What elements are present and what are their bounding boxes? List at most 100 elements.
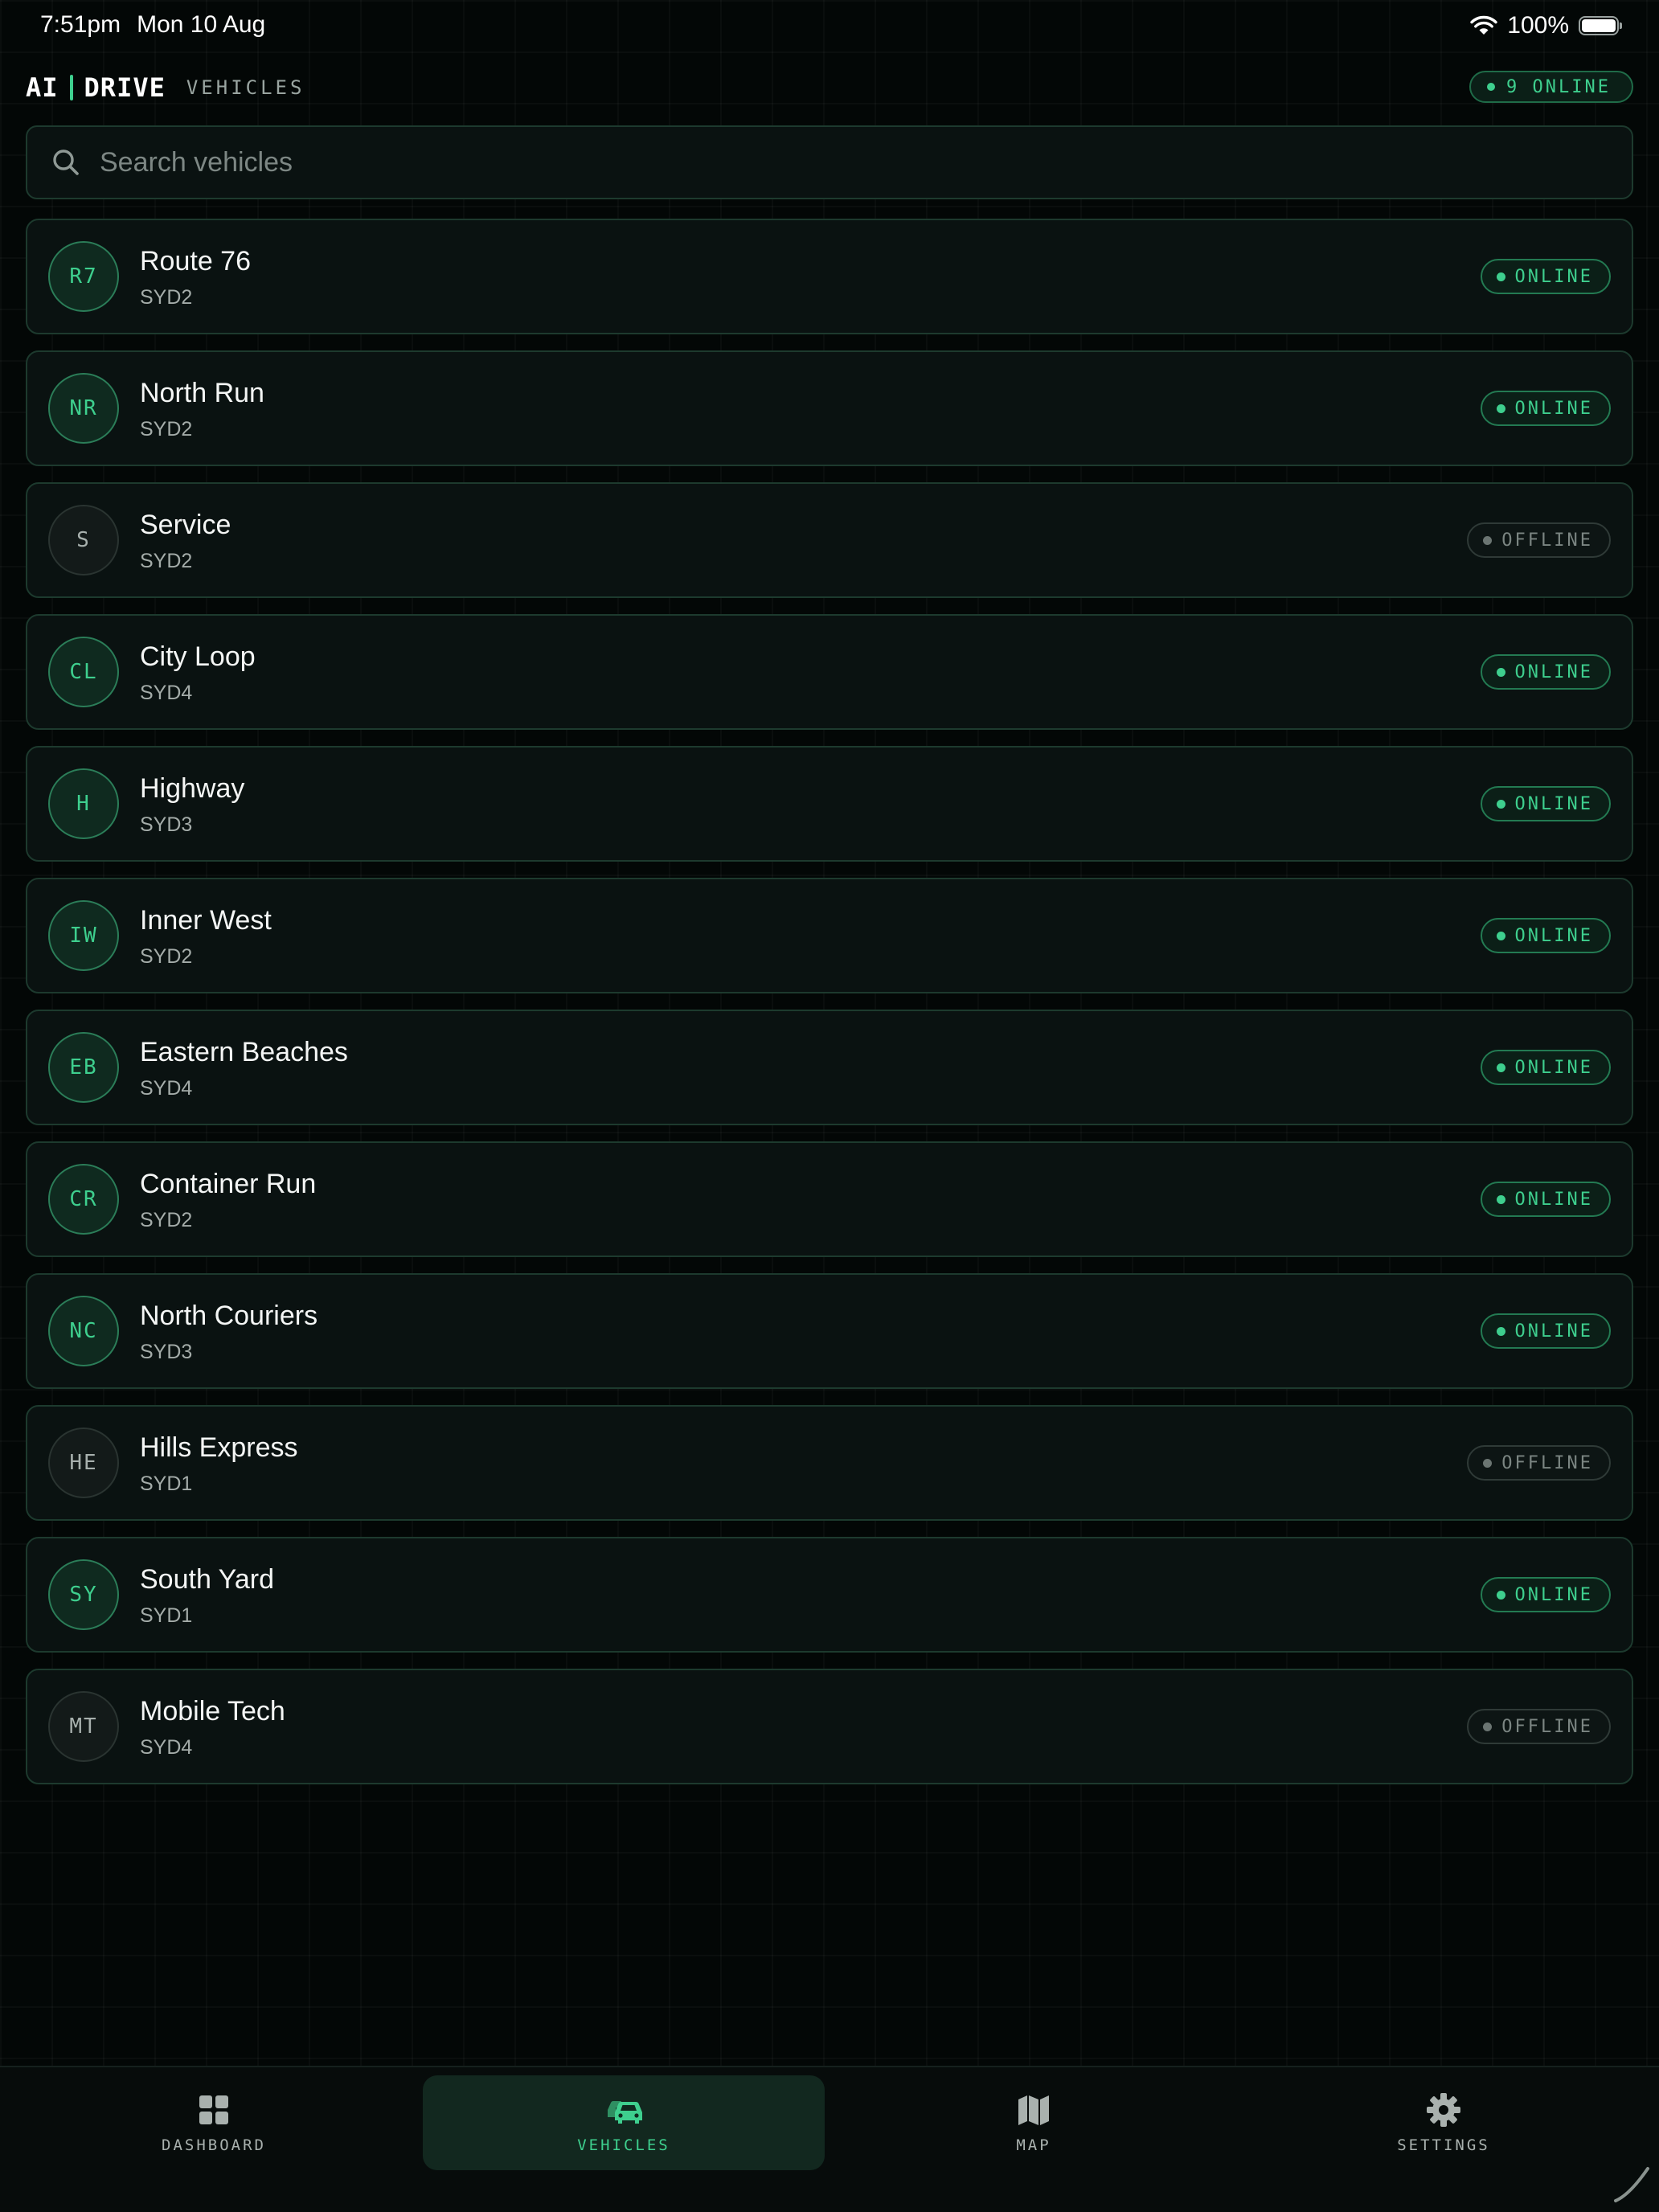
status-dot-icon xyxy=(1496,931,1505,940)
vehicle-depot: SYD4 xyxy=(140,682,193,704)
vehicle-list: R7 Route 76 SYD2 ONLINE NR North Run SYD… xyxy=(26,219,1633,1800)
tab-label: DASHBOARD xyxy=(162,2136,266,2154)
vehicle-avatar: HE xyxy=(48,1428,119,1498)
vehicle-avatar: NC xyxy=(48,1296,119,1366)
page-title: VEHICLES xyxy=(186,76,305,99)
app-header: AI DRIVE VEHICLES 9 ONLINE xyxy=(26,68,1633,108)
brand-logo: AI DRIVE VEHICLES xyxy=(26,72,305,103)
status-dot-icon xyxy=(1496,1326,1505,1336)
map-icon xyxy=(1018,2095,1049,2125)
vehicle-avatar: S xyxy=(48,505,119,576)
status-dot-icon xyxy=(1483,1458,1493,1468)
vehicle-depot: SYD1 xyxy=(140,1473,193,1495)
vehicle-row[interactable]: S Service SYD2 OFFLINE xyxy=(26,482,1633,598)
vehicle-row[interactable]: HE Hills Express SYD1 OFFLINE xyxy=(26,1405,1633,1521)
vehicle-avatar: H xyxy=(48,768,119,839)
vehicle-status-label: ONLINE xyxy=(1514,793,1593,814)
vehicle-avatar: CR xyxy=(48,1164,119,1235)
vehicle-name: Service xyxy=(140,510,231,540)
vehicle-avatar: MT xyxy=(48,1691,119,1762)
status-bar: 7:51pm Mon 10 Aug 100% xyxy=(0,0,1659,51)
vehicle-name: Container Run xyxy=(140,1169,317,1199)
vehicle-status-label: ONLINE xyxy=(1514,925,1593,946)
status-dot-icon xyxy=(1496,272,1505,281)
battery-icon xyxy=(1579,16,1622,35)
vehicle-status-badge: ONLINE xyxy=(1480,654,1611,690)
status-indicators: 100% xyxy=(1470,11,1622,40)
vehicle-row[interactable]: NC North Couriers SYD3 ONLINE xyxy=(26,1273,1633,1389)
vehicle-depot: SYD4 xyxy=(140,1736,193,1759)
vehicle-depot: SYD2 xyxy=(140,550,193,572)
search-input[interactable] xyxy=(98,129,1616,195)
vehicle-depot: SYD4 xyxy=(140,1077,193,1100)
tab-dashboard[interactable]: DASHBOARD xyxy=(13,2075,415,2170)
search-bar[interactable] xyxy=(26,125,1633,199)
search-icon xyxy=(53,150,79,175)
vehicle-row[interactable]: IW Inner West SYD2 ONLINE xyxy=(26,878,1633,993)
vehicle-name: Route 76 xyxy=(140,246,251,276)
vehicle-status-badge: OFFLINE xyxy=(1467,1709,1611,1744)
vehicle-depot: SYD2 xyxy=(140,286,193,309)
vehicle-name: Mobile Tech xyxy=(140,1696,285,1727)
vehicle-row[interactable]: H Highway SYD3 ONLINE xyxy=(26,746,1633,862)
vehicle-status-label: ONLINE xyxy=(1514,662,1593,682)
vehicle-avatar: CL xyxy=(48,637,119,707)
status-dot-icon xyxy=(1496,667,1505,677)
vehicle-status-badge: ONLINE xyxy=(1480,1577,1611,1612)
vehicle-row[interactable]: EB Eastern Beaches SYD4 ONLINE xyxy=(26,1010,1633,1125)
vehicle-depot: SYD3 xyxy=(140,1341,193,1363)
brand-ai: AI xyxy=(26,72,59,103)
vehicle-avatar: IW xyxy=(48,900,119,971)
vehicle-name: Inner West xyxy=(140,905,272,936)
status-dot-icon xyxy=(1483,535,1493,545)
cars-icon xyxy=(608,2101,642,2124)
online-dot-icon xyxy=(1487,83,1496,91)
tab-label: VEHICLES xyxy=(577,2136,670,2154)
vehicle-row[interactable]: NR North Run SYD2 ONLINE xyxy=(26,350,1633,466)
vehicle-avatar: NR xyxy=(48,373,119,444)
battery-percentage: 100% xyxy=(1507,12,1569,39)
bottom-tab-bar: DASHBOARD VEHICLES MAP SETTINGS xyxy=(0,2066,1659,2212)
vehicle-row[interactable]: MT Mobile Tech SYD4 OFFLINE xyxy=(26,1669,1633,1784)
status-dot-icon xyxy=(1483,1722,1493,1731)
vehicle-avatar: R7 xyxy=(48,241,119,312)
vehicle-name: Eastern Beaches xyxy=(140,1037,348,1067)
vehicle-depot: SYD1 xyxy=(140,1604,193,1627)
vehicle-row[interactable]: CR Container Run SYD2 ONLINE xyxy=(26,1141,1633,1257)
vehicle-status-label: ONLINE xyxy=(1514,1584,1593,1605)
vehicle-status-badge: OFFLINE xyxy=(1467,522,1611,558)
online-count-badge: 9 ONLINE xyxy=(1469,71,1633,103)
gear-icon xyxy=(1427,2093,1460,2127)
vehicle-status-label: OFFLINE xyxy=(1501,1716,1593,1737)
status-dot-icon xyxy=(1496,403,1505,413)
vehicle-depot: SYD2 xyxy=(140,418,193,440)
vehicle-status-label: ONLINE xyxy=(1514,1321,1593,1342)
status-dot-icon xyxy=(1496,1590,1505,1600)
vehicle-name: South Yard xyxy=(140,1564,274,1595)
brand-drive: DRIVE xyxy=(84,72,166,103)
vehicle-status-badge: ONLINE xyxy=(1480,1182,1611,1217)
vehicle-status-label: OFFLINE xyxy=(1501,1452,1593,1473)
vehicle-avatar: EB xyxy=(48,1032,119,1103)
vehicle-row[interactable]: CL City Loop SYD4 ONLINE xyxy=(26,614,1633,730)
vehicle-status-label: ONLINE xyxy=(1514,1057,1593,1078)
vehicle-status-badge: ONLINE xyxy=(1480,259,1611,294)
vehicle-row[interactable]: SY South Yard SYD1 ONLINE xyxy=(26,1537,1633,1653)
vehicle-name: Highway xyxy=(140,773,245,804)
vehicle-row[interactable]: R7 Route 76 SYD2 ONLINE xyxy=(26,219,1633,334)
online-count-label: 9 ONLINE xyxy=(1506,76,1611,97)
tab-vehicles[interactable]: VEHICLES xyxy=(423,2075,825,2170)
vehicle-status-badge: OFFLINE xyxy=(1467,1445,1611,1481)
vehicle-status-badge: ONLINE xyxy=(1480,1050,1611,1085)
vehicle-name: Hills Express xyxy=(140,1432,298,1463)
vehicle-status-badge: ONLINE xyxy=(1480,918,1611,953)
status-dot-icon xyxy=(1496,1063,1505,1072)
vehicle-status-label: ONLINE xyxy=(1514,1189,1593,1210)
status-dot-icon xyxy=(1496,799,1505,809)
tab-settings[interactable]: SETTINGS xyxy=(1243,2075,1645,2170)
vehicle-depot: SYD2 xyxy=(140,1209,193,1231)
tab-map[interactable]: MAP xyxy=(833,2075,1235,2170)
status-date: Mon 10 Aug xyxy=(137,11,266,38)
tab-label: MAP xyxy=(1016,2136,1051,2154)
resize-corner-icon xyxy=(1614,2167,1649,2202)
